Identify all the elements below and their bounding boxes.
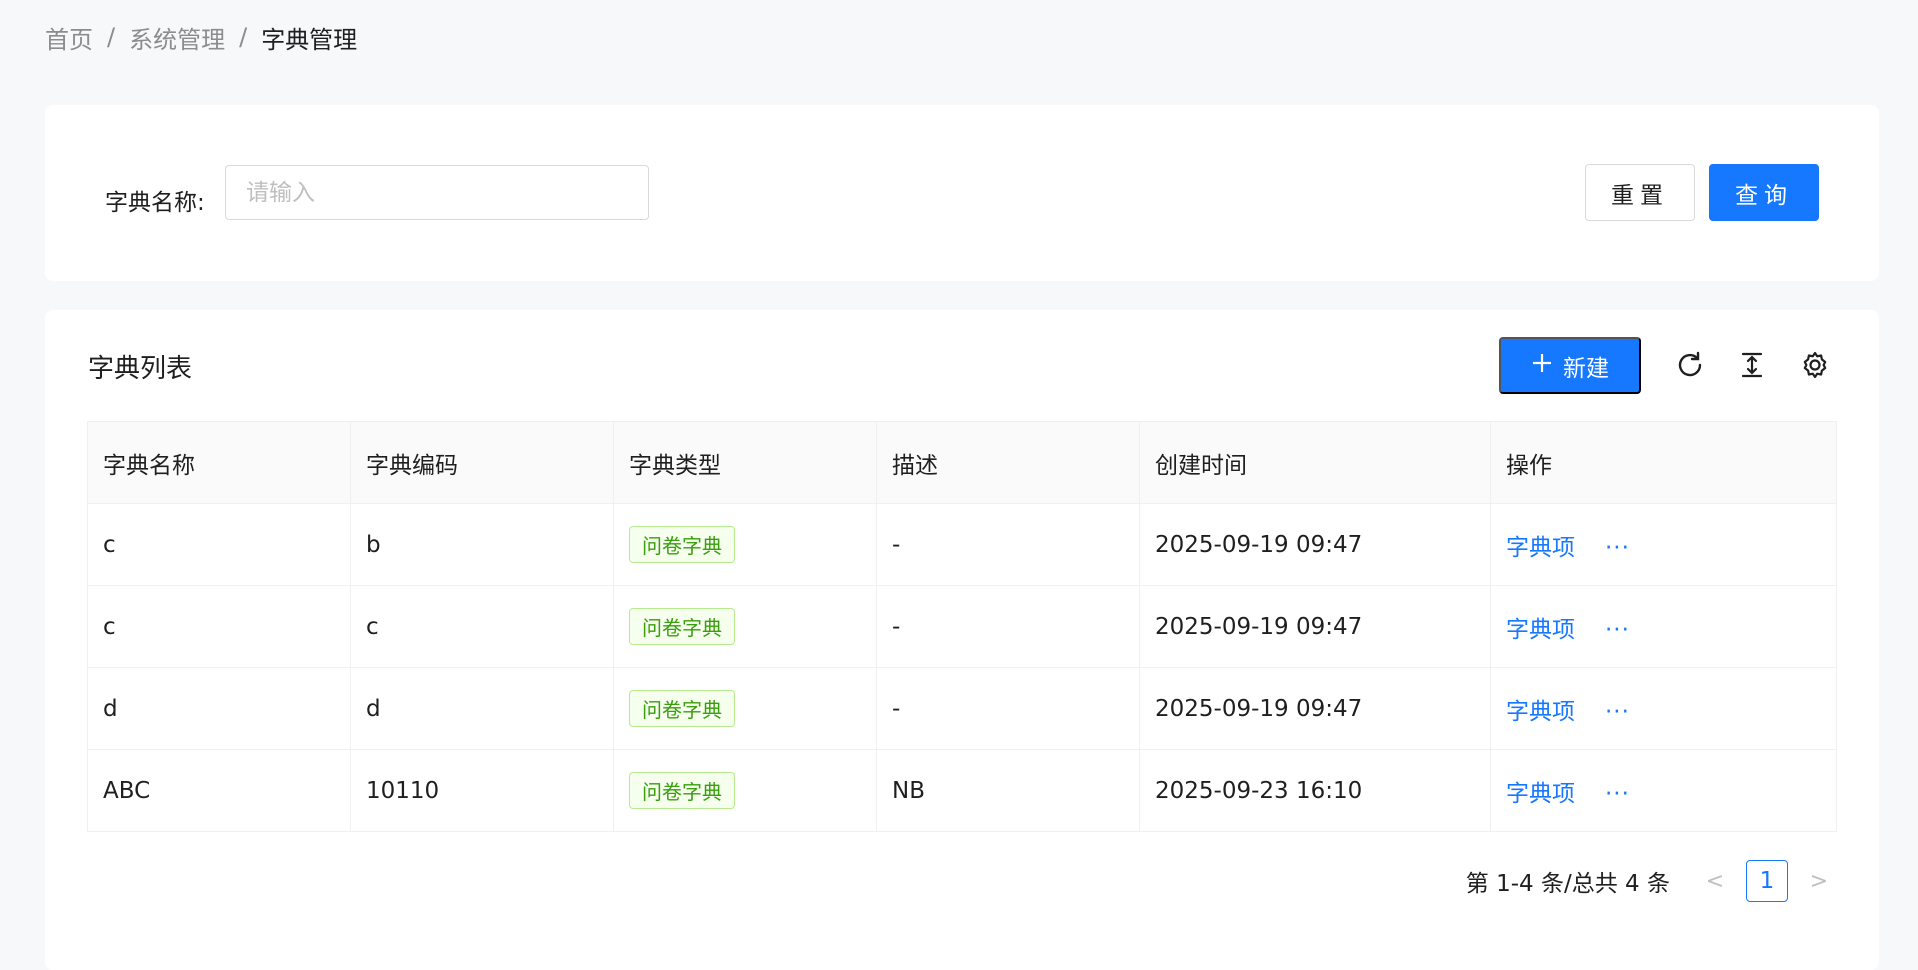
type-tag: 问卷字典 bbox=[629, 608, 735, 645]
new-button-label: 新建 bbox=[1563, 354, 1609, 381]
more-actions-icon[interactable]: ··· bbox=[1605, 617, 1630, 643]
type-tag: 问卷字典 bbox=[629, 526, 735, 563]
breadcrumb-item-home[interactable]: 首页 bbox=[45, 20, 93, 55]
more-actions-icon[interactable]: ··· bbox=[1605, 781, 1630, 807]
cell-type: 问卷字典 bbox=[613, 585, 877, 668]
cell-created: 2025-09-23 16:10 bbox=[1139, 749, 1491, 832]
next-page-icon[interactable]: > bbox=[1804, 869, 1834, 894]
cell-type: 问卷字典 bbox=[613, 667, 877, 750]
cell-type: 问卷字典 bbox=[613, 503, 877, 586]
cell-actions: 字典项 ··· bbox=[1490, 585, 1837, 668]
list-title: 字典列表 bbox=[88, 354, 193, 384]
settings-icon[interactable] bbox=[1798, 348, 1832, 382]
type-tag: 问卷字典 bbox=[629, 772, 735, 809]
cell-actions: 字典项 ··· bbox=[1490, 749, 1837, 832]
table-row: c b 问卷字典 - 2025-09-19 09:47 字典项 ··· bbox=[87, 503, 1837, 586]
type-tag: 问卷字典 bbox=[629, 690, 735, 727]
more-actions-icon[interactable]: ··· bbox=[1605, 535, 1630, 561]
cell-created: 2025-09-19 09:47 bbox=[1139, 585, 1491, 668]
cell-code: d bbox=[350, 667, 614, 750]
more-actions-icon[interactable]: ··· bbox=[1605, 699, 1630, 725]
cell-desc: - bbox=[876, 503, 1140, 586]
cell-created: 2025-09-19 09:47 bbox=[1139, 503, 1491, 586]
breadcrumb-separator: / bbox=[107, 23, 116, 51]
column-header: 字典名称 bbox=[87, 421, 351, 504]
cell-name: c bbox=[87, 503, 351, 586]
breadcrumb-separator: / bbox=[239, 23, 248, 51]
dict-items-link[interactable]: 字典项 bbox=[1506, 699, 1575, 725]
breadcrumb-item-current: 字典管理 bbox=[261, 25, 358, 54]
dict-name-label: 字典名称: bbox=[105, 190, 205, 216]
cell-created: 2025-09-19 09:47 bbox=[1139, 667, 1491, 750]
cell-code: 10110 bbox=[350, 749, 614, 832]
new-button[interactable]: 新建 bbox=[1499, 337, 1641, 394]
cell-code: c bbox=[350, 585, 614, 668]
column-header: 创建时间 bbox=[1139, 421, 1491, 504]
cell-actions: 字典项 ··· bbox=[1490, 667, 1837, 750]
cell-code: b bbox=[350, 503, 614, 586]
query-button[interactable]: 查询 bbox=[1709, 164, 1819, 221]
dict-list-panel: 字典列表 新建 字典名称 字典编码 字典类型 描述 创建时间 操作 c b 问卷… bbox=[45, 310, 1879, 970]
dict-items-link[interactable]: 字典项 bbox=[1506, 781, 1575, 807]
cell-name: d bbox=[87, 667, 351, 750]
prev-page-icon[interactable]: < bbox=[1700, 869, 1730, 894]
column-header: 字典编码 bbox=[350, 421, 614, 504]
cell-actions: 字典项 ··· bbox=[1490, 503, 1837, 586]
cell-type: 问卷字典 bbox=[613, 749, 877, 832]
plus-icon bbox=[1531, 352, 1553, 380]
table-row: ABC 10110 问卷字典 NB 2025-09-23 16:10 字典项 ··… bbox=[87, 749, 1837, 832]
table-row: c c 问卷字典 - 2025-09-19 09:47 字典项 ··· bbox=[87, 585, 1837, 668]
table-row: d d 问卷字典 - 2025-09-19 09:47 字典项 ··· bbox=[87, 667, 1837, 750]
dict-items-link[interactable]: 字典项 bbox=[1506, 535, 1575, 561]
cell-name: c bbox=[87, 585, 351, 668]
cell-desc: - bbox=[876, 667, 1140, 750]
dict-name-input[interactable] bbox=[225, 165, 649, 220]
breadcrumb-item-system[interactable]: 系统管理 bbox=[129, 20, 225, 55]
dict-table: 字典名称 字典编码 字典类型 描述 创建时间 操作 c b 问卷字典 - 202… bbox=[87, 421, 1837, 832]
pagination: 第 1-4 条/总共 4 条 < 1 > bbox=[1466, 860, 1834, 902]
page-number-current[interactable]: 1 bbox=[1746, 860, 1788, 902]
density-icon[interactable] bbox=[1735, 348, 1769, 382]
table-header-row: 字典名称 字典编码 字典类型 描述 创建时间 操作 bbox=[87, 421, 1837, 504]
column-header: 字典类型 bbox=[613, 421, 877, 504]
pagination-total: 第 1-4 条/总共 4 条 bbox=[1465, 871, 1670, 897]
search-panel: 字典名称: 重置 查询 bbox=[45, 105, 1879, 281]
refresh-icon[interactable] bbox=[1673, 348, 1707, 382]
column-header: 描述 bbox=[876, 421, 1140, 504]
breadcrumb: 首页 / 系统管理 / 字典管理 bbox=[45, 20, 357, 54]
dict-items-link[interactable]: 字典项 bbox=[1506, 617, 1575, 643]
reset-button[interactable]: 重置 bbox=[1585, 164, 1695, 221]
cell-name: ABC bbox=[87, 749, 351, 832]
cell-desc: - bbox=[876, 585, 1140, 668]
cell-desc: NB bbox=[876, 749, 1140, 832]
column-header: 操作 bbox=[1490, 421, 1837, 504]
